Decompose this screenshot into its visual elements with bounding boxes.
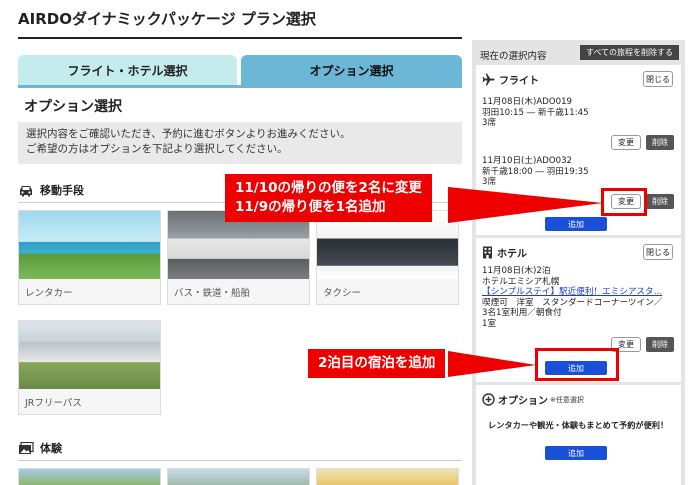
title-divider — [18, 37, 462, 39]
hotel-plan-link[interactable]: 【シンプルステイ】駅近便利！エミシアスタ… — [482, 287, 662, 298]
airplane-icon — [482, 73, 495, 86]
hotel-occupancy: 3名1室利用／朝食付 — [482, 308, 562, 318]
flight-callout-arrow — [448, 187, 603, 223]
rentacar-photo — [19, 211, 160, 279]
flight-leg-2-delete-button[interactable]: 削除 — [646, 194, 674, 209]
option-card-experience[interactable] — [316, 468, 459, 485]
hotel-delete-button[interactable]: 削除 — [646, 337, 674, 352]
flight-close-button[interactable]: 閉じる — [643, 71, 673, 87]
category-transport-heading: 移動手段 — [18, 182, 84, 198]
hotel-name: ホテルエミシア札幌 — [482, 276, 560, 287]
building-icon — [482, 246, 493, 259]
hotel-callout: 2泊目の宿泊を追加 — [308, 349, 446, 378]
option-card-experience[interactable] — [167, 468, 310, 485]
hotel-stay: 11月08日(木)2泊 — [482, 266, 551, 276]
tab-option[interactable]: オプション選択 — [241, 55, 462, 85]
option-box: オプション ※任意選択 レンタカーや観光・体験もまとめて予約が便利！ 追加 — [476, 385, 681, 485]
flight-leg-1-delete-button[interactable]: 削除 — [646, 135, 674, 150]
hotel-room-type: 喫煙可 洋室 スタンダードコーナーツイン／ — [482, 297, 663, 308]
panel-heading: 現在の選択内容 — [480, 51, 547, 62]
notice-box: 選択内容をご確認いただき、予約に進むボタンよりお進みください。 ご希望の方はオプ… — [18, 122, 462, 164]
notice-line: 選択内容をご確認いただき、予約に進むボタンよりお進みください。 — [26, 128, 351, 140]
card-label: JRフリーパス — [25, 398, 82, 409]
category-title: 体験 — [40, 442, 62, 455]
tab-flight-hotel[interactable]: フライト・ホテル選択 — [18, 55, 237, 85]
category-title: 移動手段 — [40, 184, 84, 197]
category-experience-heading: 体験 — [18, 440, 62, 456]
option-title: オプション ※任意選択 — [482, 392, 584, 407]
train-photo — [19, 321, 160, 389]
flight-callout-line: 11/9の帰り便を1名追加 — [235, 199, 386, 215]
hotel-add-highlight — [535, 348, 619, 381]
option-promo: レンタカーや観光・体験もまとめて予約が便利！ — [488, 420, 669, 430]
tab-underline — [18, 85, 462, 88]
flight-leg-2-route: 新千歳18:00 ― 羽田19:35 — [482, 166, 589, 177]
hotel-close-button[interactable]: 閉じる — [643, 244, 673, 260]
option-card-jr-pass[interactable]: JRフリーパス — [18, 320, 161, 415]
flight-leg-1-change-button[interactable]: 変更 — [611, 135, 641, 150]
experience-photo — [19, 469, 160, 485]
flight-leg-1-date: 11月08日(木)ADO019 — [482, 97, 573, 107]
hotel-rooms: 1室 — [482, 318, 497, 329]
option-add-button[interactable]: 追加 — [545, 446, 607, 460]
flight-leg-2-date: 11月10日(土)ADO032 — [482, 156, 573, 166]
experience-photo — [317, 469, 458, 485]
selection-panel: 現在の選択内容 すべての旅程を削除する フライト 閉じる 11月08日(木)AD… — [472, 40, 685, 485]
flight-callout-line: 11/10の帰りの便を2名に変更 — [235, 180, 422, 196]
flight-title-label: フライト — [499, 76, 539, 87]
change-button-highlight — [601, 188, 647, 216]
experience-photo — [168, 469, 309, 485]
card-label: バス・鉄道・船舶 — [174, 288, 251, 299]
section-title: オプション選択 — [24, 99, 122, 115]
car-icon — [18, 184, 34, 197]
notice-line: ご希望の方はオプションを下記より選択してください。 — [26, 143, 288, 155]
category-divider — [18, 460, 462, 461]
option-card-taxi[interactable]: タクシー — [316, 210, 459, 305]
plus-circle-icon — [482, 393, 495, 406]
option-title-label: オプション — [498, 396, 548, 407]
option-card-experience[interactable] — [18, 468, 161, 485]
option-note: ※任意選択 — [550, 395, 584, 404]
hotel-title: ホテル — [482, 245, 527, 260]
card-label: タクシー — [323, 288, 362, 299]
flight-leg-1-route: 羽田10:15 ― 新千歳11:45 — [482, 107, 589, 118]
card-label: レンタカー — [25, 288, 73, 299]
option-card-bus-rail-ship[interactable]: バス・鉄道・船舶 — [167, 210, 310, 305]
flight-callout: 11/10の帰りの便を2名に変更 11/9の帰り便を1名追加 — [225, 174, 432, 222]
option-card-rentacar[interactable]: レンタカー — [18, 210, 161, 305]
photo-icon — [18, 441, 34, 455]
flight-title: フライト — [482, 72, 539, 87]
hotel-callout-arrow — [448, 351, 536, 377]
delete-all-button[interactable]: すべての旅程を削除する — [580, 45, 679, 60]
page-title: AIRDOダイナミックパッケージ プラン選択 — [18, 10, 316, 28]
flight-leg-1-seats: 3席 — [482, 118, 497, 128]
hotel-title-label: ホテル — [497, 249, 527, 260]
